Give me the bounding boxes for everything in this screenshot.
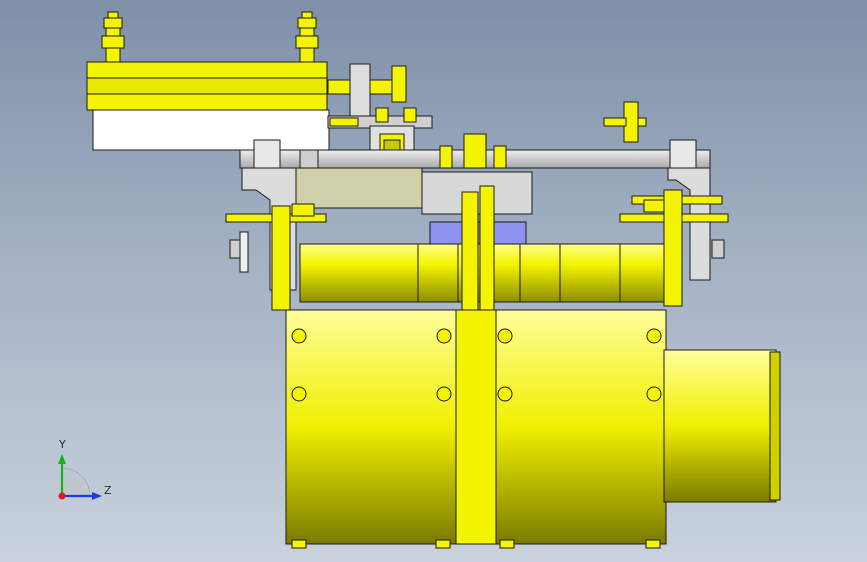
- top-left-block[interactable]: [86, 61, 330, 151]
- z-axis-arrow: [92, 492, 102, 500]
- y-axis-arrow: [58, 454, 66, 464]
- right-top-bracket[interactable]: [603, 101, 647, 143]
- assembly-model[interactable]: [0, 0, 867, 562]
- y-axis-label: Y: [59, 438, 66, 451]
- x-axis-dot: [58, 492, 66, 500]
- cad-viewport[interactable]: Y Z: [0, 0, 867, 562]
- upper-bracket[interactable]: [327, 63, 433, 159]
- fitting-left[interactable]: [101, 11, 125, 63]
- fitting-right[interactable]: [295, 11, 319, 63]
- triad-quarter-disc: [61, 467, 91, 497]
- lower-housing[interactable]: [285, 309, 781, 545]
- z-axis-label: Z: [104, 484, 112, 497]
- inner-block[interactable]: [295, 167, 533, 215]
- view-orientation-triad[interactable]: Y Z: [40, 438, 130, 518]
